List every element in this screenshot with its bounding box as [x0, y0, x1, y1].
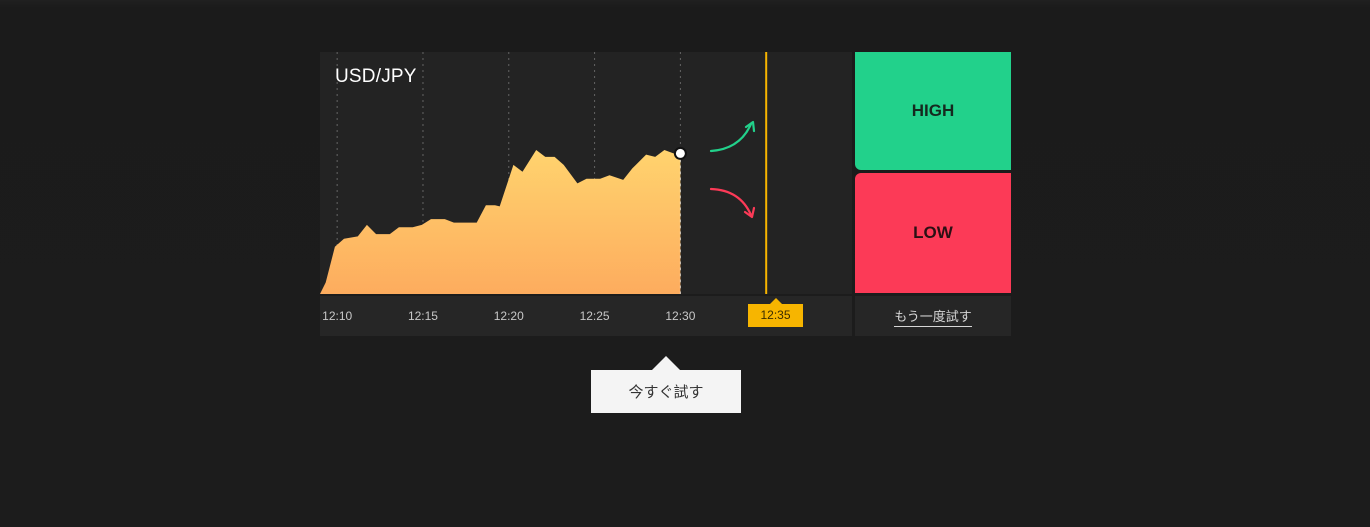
price-area [320, 150, 681, 294]
up-arrow-icon [709, 122, 753, 153]
current-price-dot-icon [673, 146, 687, 160]
time-tick-label: 12:25 [579, 309, 610, 323]
time-tick-label: 12:15 [407, 309, 438, 323]
retry-cell: もう一度試す [855, 296, 1011, 336]
try-now-button[interactable]: 今すぐ試す [591, 370, 741, 413]
time-axis: 12:10 12:15 12:20 12:25 12:30 12:35 [320, 296, 852, 336]
currency-pair-title: USD/JPY [335, 66, 417, 87]
binary-option-demo: USD/JPY 12:10 12:15 12:20 12:25 12:30 12:35 … [0, 0, 1370, 527]
time-tick-label: 12:10 [322, 309, 353, 323]
price-chart: USD/JPY [320, 52, 852, 294]
time-tick-label: 12:30 [665, 309, 696, 323]
price-chart-svg [320, 52, 768, 294]
high-button[interactable]: HIGH [855, 52, 1011, 170]
retry-link[interactable]: もう一度試す [894, 306, 972, 327]
try-now-pointer [652, 356, 680, 370]
low-button[interactable]: LOW [855, 173, 1011, 293]
expiry-time-label: 12:35 [748, 304, 803, 327]
time-tick-label: 12:20 [493, 309, 524, 323]
